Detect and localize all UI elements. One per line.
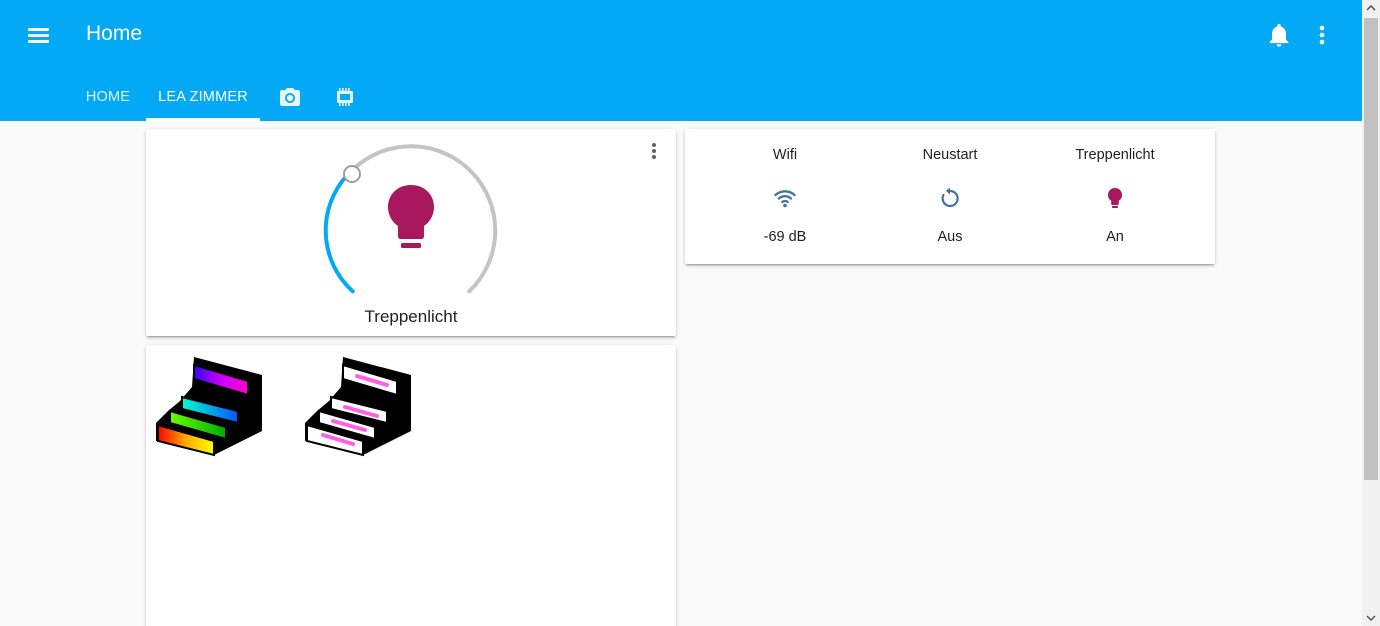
entity-state: An	[1106, 229, 1124, 245]
dial-handle[interactable]	[343, 165, 361, 183]
tab-chip[interactable]	[323, 72, 367, 121]
menu-button[interactable]	[22, 18, 56, 52]
entity-name: Treppenlicht	[1075, 147, 1155, 163]
light-card: Treppenlicht	[146, 129, 676, 336]
wifi-icon	[774, 190, 796, 208]
app-header: Home HOME LEA ZIMMER	[0, 0, 1362, 121]
scene-card	[146, 345, 676, 626]
menu-icon-line	[28, 34, 49, 37]
tab-camera[interactable]	[268, 72, 312, 121]
tab-lea-zimmer[interactable]: LEA ZIMMER	[146, 72, 260, 121]
tab-home[interactable]: HOME	[70, 72, 146, 121]
notifications-button[interactable]	[1265, 20, 1293, 50]
entity-neustart[interactable]: Neustart Aus	[862, 129, 1038, 264]
menu-icon-line	[28, 40, 49, 43]
light-card-menu-button[interactable]	[646, 139, 662, 163]
camera-icon	[280, 87, 300, 106]
scrollbar-thumb[interactable]	[1364, 18, 1378, 480]
overflow-menu-button[interactable]	[1312, 20, 1332, 50]
chip-icon	[337, 87, 353, 106]
scroll-up-arrow-icon[interactable]	[1362, 0, 1380, 16]
entity-wifi[interactable]: Wifi -69 dB	[697, 129, 873, 264]
entity-treppenlicht[interactable]: Treppenlicht An	[1027, 129, 1203, 264]
more-vert-icon	[1319, 25, 1325, 45]
scrollbar[interactable]	[1362, 0, 1380, 626]
lightbulb-icon	[388, 185, 434, 248]
light-name: Treppenlicht	[364, 307, 458, 326]
rainbow-stairs-image[interactable]	[154, 355, 268, 459]
entity-name: Wifi	[772, 147, 798, 163]
scroll-down-arrow-icon[interactable]	[1362, 610, 1380, 626]
bell-icon	[1269, 23, 1289, 47]
brightness-dial[interactable]	[316, 141, 506, 301]
menu-icon-line	[28, 28, 49, 31]
entity-state: -69 dB	[763, 229, 807, 245]
page-title: Home	[86, 22, 143, 45]
pink-stairs-image[interactable]	[303, 355, 417, 459]
more-vert-icon	[652, 143, 656, 159]
entity-state: Aus	[937, 229, 963, 245]
glance-card: Wifi -69 dB Neustart Aus Treppenlicht An	[685, 129, 1215, 264]
lightbulb-icon	[1108, 188, 1122, 208]
restart-icon	[941, 187, 959, 208]
entity-name: Neustart	[922, 147, 978, 163]
